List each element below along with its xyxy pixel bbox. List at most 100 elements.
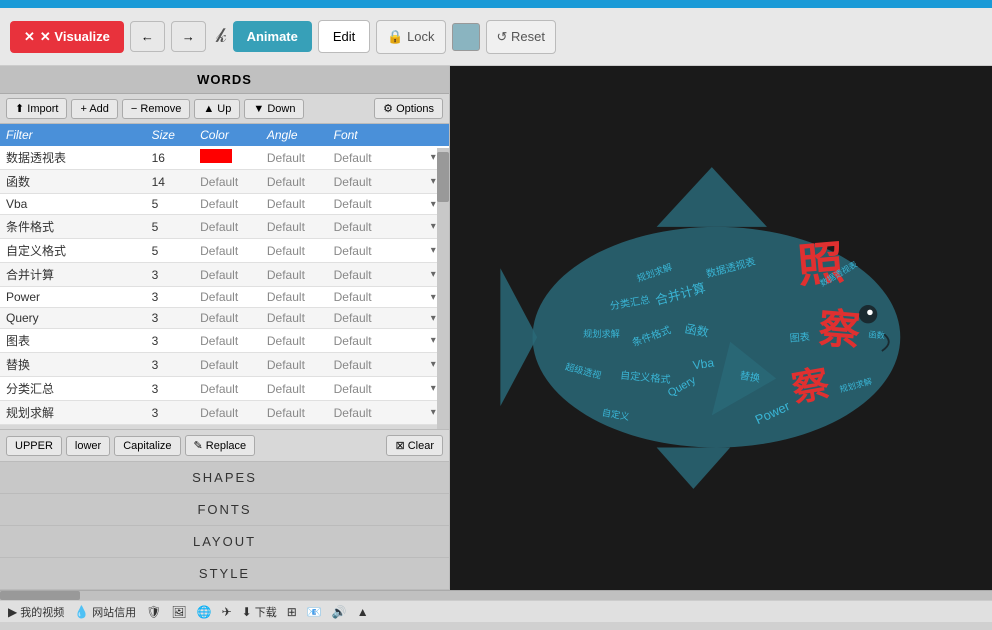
animate-button[interactable]: Animate bbox=[233, 21, 312, 52]
scroll-track[interactable] bbox=[437, 148, 449, 429]
header-scroll bbox=[425, 124, 449, 146]
replace-button[interactable]: ✎ Replace bbox=[185, 435, 256, 456]
size-cell: 5 bbox=[146, 239, 195, 263]
status-download[interactable]: ⬇ 下载 bbox=[242, 604, 277, 620]
size-cell: 3 bbox=[146, 377, 195, 401]
top-bar bbox=[0, 0, 992, 8]
color-cell: Default bbox=[194, 308, 261, 329]
size-cell: 3 bbox=[146, 353, 195, 377]
status-apps[interactable]: ⊞ bbox=[287, 605, 297, 619]
down-button[interactable]: ▼ Down bbox=[244, 99, 304, 119]
word-cell: Power bbox=[0, 287, 146, 308]
up-button[interactable]: ▲ Up bbox=[194, 99, 240, 119]
font-cell: Default bbox=[328, 308, 425, 329]
words-table: Filter Size Color Angle Font 数据透视表16Defa… bbox=[0, 124, 449, 425]
word-cell: 数据透视表 bbox=[0, 146, 146, 170]
right-panel: 合并计算 函数 Vba 条件格式 自定义格式 Query Power 替换 分类… bbox=[450, 66, 992, 590]
import-button[interactable]: ⬆ Import bbox=[6, 98, 67, 119]
table-row[interactable]: 替换3DefaultDefaultDefault▾ bbox=[0, 353, 449, 377]
color-cell: Default bbox=[194, 329, 261, 353]
color-cell: Default bbox=[194, 287, 261, 308]
size-cell: 5 bbox=[146, 194, 195, 215]
status-globe[interactable]: 🌐 bbox=[197, 605, 212, 619]
status-plane[interactable]: ✈ bbox=[222, 605, 232, 619]
angle-cell: Default bbox=[261, 377, 328, 401]
word-vba: Vba bbox=[692, 355, 715, 372]
word-cell: 分类汇总 bbox=[0, 377, 146, 401]
remove-button[interactable]: − Remove bbox=[122, 99, 190, 119]
font-cell: Default bbox=[328, 287, 425, 308]
status-overflow[interactable]: ▲ bbox=[357, 605, 369, 619]
main-container: ✕ ✕ Visualize ← → 𝓀 Animate Edit 🔒 Lock … bbox=[0, 0, 992, 622]
layout-section[interactable]: LAYOUT bbox=[0, 526, 449, 558]
word-cell: Query bbox=[0, 308, 146, 329]
fonts-section[interactable]: FONTS bbox=[0, 494, 449, 526]
table-row[interactable]: 规划求解3DefaultDefaultDefault▾ bbox=[0, 401, 449, 425]
clear-button[interactable]: ⊠ Clear bbox=[386, 435, 443, 456]
table-row[interactable]: Power3DefaultDefaultDefault▾ bbox=[0, 287, 449, 308]
video-icon: ▶ bbox=[8, 605, 17, 619]
status-image[interactable]: 🖼 bbox=[171, 605, 186, 619]
add-button[interactable]: + Add bbox=[71, 99, 117, 119]
edit-button[interactable]: Edit bbox=[318, 20, 370, 53]
shapes-section[interactable]: SHAPES bbox=[0, 462, 449, 494]
table-row[interactable]: Query3DefaultDefaultDefault▾ bbox=[0, 308, 449, 329]
mail-icon: 📧 bbox=[307, 605, 322, 619]
status-credit[interactable]: 💧 网站信用 bbox=[74, 604, 136, 620]
status-bar: ▶ 我的视频 💧 网站信用 🛡 🖼 🌐 ✈ ⬇ 下载 ⊞ 📧 🔊 bbox=[0, 600, 992, 622]
bottom-toolbar: UPPER lower Capitalize ✎ Replace ⊠ Clear bbox=[0, 429, 449, 462]
table-row[interactable]: Vba5DefaultDefaultDefault▾ bbox=[0, 194, 449, 215]
style-section[interactable]: STYLE bbox=[0, 558, 449, 590]
angle-cell: Default bbox=[261, 263, 328, 287]
header-angle: Angle bbox=[261, 124, 328, 146]
table-row[interactable]: 函数14DefaultDefaultDefault▾ bbox=[0, 170, 449, 194]
table-row[interactable]: 数据透视表16DefaultDefault▾ bbox=[0, 146, 449, 170]
table-row[interactable]: 合并计算3DefaultDefaultDefault▾ bbox=[0, 263, 449, 287]
angle-cell: Default bbox=[261, 215, 328, 239]
angle-cell: Default bbox=[261, 170, 328, 194]
upper-button[interactable]: UPPER bbox=[6, 436, 62, 456]
status-download-text: 下载 bbox=[255, 604, 277, 620]
status-sound[interactable]: 🔊 bbox=[332, 605, 347, 619]
table-row[interactable]: 分类汇总3DefaultDefaultDefault▾ bbox=[0, 377, 449, 401]
status-video[interactable]: ▶ 我的视频 bbox=[8, 604, 64, 620]
capitalize-button[interactable]: Capitalize bbox=[114, 436, 180, 456]
reset-button[interactable]: ↺ Reset bbox=[486, 20, 556, 54]
size-cell: 16 bbox=[146, 146, 195, 170]
lower-button[interactable]: lower bbox=[66, 436, 110, 456]
content-area: WORDS ⬆ Import + Add − Remove ▲ Up ▼ Dow… bbox=[0, 66, 992, 590]
header-color: Color bbox=[194, 124, 261, 146]
image-icon: 🖼 bbox=[171, 605, 186, 619]
table-container: Filter Size Color Angle Font 数据透视表16Defa… bbox=[0, 124, 449, 429]
options-button[interactable]: ⚙ Options bbox=[374, 98, 443, 119]
table-row[interactable]: 自定义格式5DefaultDefaultDefault▾ bbox=[0, 239, 449, 263]
visualize-button[interactable]: ✕ ✕ Visualize bbox=[10, 21, 124, 53]
word-cell: 自定义格式 bbox=[0, 239, 146, 263]
status-mail[interactable]: 📧 bbox=[307, 605, 322, 619]
undo-button[interactable]: ← bbox=[130, 21, 165, 52]
word-cell: 替换 bbox=[0, 353, 146, 377]
table-row[interactable]: 图表3DefaultDefaultDefault▾ bbox=[0, 329, 449, 353]
horizontal-scrollbar[interactable] bbox=[0, 590, 992, 600]
redo-button[interactable]: → bbox=[171, 21, 206, 52]
size-cell: 3 bbox=[146, 401, 195, 425]
word-cloud-svg: 合并计算 函数 Vba 条件格式 自定义格式 Query Power 替换 分类… bbox=[450, 66, 992, 590]
status-shield[interactable]: 🛡 bbox=[146, 605, 161, 619]
angle-cell: Default bbox=[261, 401, 328, 425]
color-cell: Default bbox=[194, 215, 261, 239]
word-cell: 函数 bbox=[0, 170, 146, 194]
table-row[interactable]: 条件格式5DefaultDefaultDefault▾ bbox=[0, 215, 449, 239]
lock-button[interactable]: 🔒 Lock bbox=[376, 20, 445, 54]
status-video-text: 我的视频 bbox=[20, 604, 64, 620]
color-cell: Default bbox=[194, 239, 261, 263]
word-chai: 察 bbox=[817, 305, 863, 354]
table-header-row: Filter Size Color Angle Font bbox=[0, 124, 449, 146]
font-cell: Default bbox=[328, 353, 425, 377]
color-swatch[interactable] bbox=[452, 23, 480, 51]
scroll-thumb[interactable] bbox=[437, 152, 449, 202]
color-cell: Default bbox=[194, 263, 261, 287]
color-cell: Default bbox=[194, 170, 261, 194]
font-cell: Default bbox=[328, 263, 425, 287]
scrollbar-thumb[interactable] bbox=[0, 591, 80, 600]
color-cell: Default bbox=[194, 377, 261, 401]
